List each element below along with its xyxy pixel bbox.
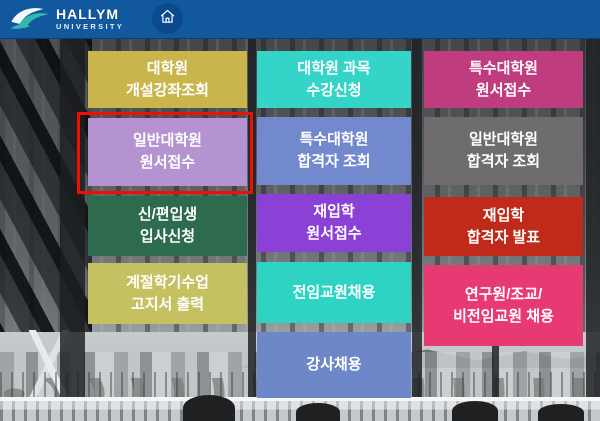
person-silhouette <box>452 401 498 421</box>
hallym-bird-logo-icon <box>10 4 50 34</box>
button-label-line: 개설강좌조회 <box>126 80 209 102</box>
person-silhouette <box>183 395 235 421</box>
button-label-line: 원서접수 <box>306 223 361 245</box>
highlight-annotation-box <box>77 112 253 194</box>
button-special-grad-results[interactable]: 특수대학원 합격자 조회 <box>257 117 411 185</box>
button-label-line: 비전임교원 채용 <box>453 306 554 328</box>
button-special-grad-apply[interactable]: 특수대학원 원서접수 <box>424 51 583 108</box>
button-label-line: 합격자 발표 <box>467 227 540 249</box>
button-label-line: 대학원 <box>147 58 188 80</box>
hallym-portal-screen: HALLYM UNIVERSITY 대학원 개설강좌조회 대학원 과목 수강신청… <box>0 0 600 421</box>
button-label-line: 신/편입생 <box>138 204 197 226</box>
window-mullion <box>586 38 600 400</box>
button-readmission-apply[interactable]: 재입학 원서접수 <box>257 194 411 252</box>
button-label-line: 수강신청 <box>306 80 361 102</box>
button-label-line: 특수대학원 <box>299 129 368 151</box>
university-subname: UNIVERSITY <box>56 23 124 31</box>
button-grad-open-courses[interactable]: 대학원 개설강좌조회 <box>88 51 247 108</box>
button-readmission-results[interactable]: 재입학 합격자 발표 <box>424 197 583 256</box>
button-label-line: 합격자 조회 <box>467 151 540 173</box>
window-mullion <box>60 38 85 400</box>
button-label-line: 원서접수 <box>476 80 531 102</box>
button-label-line: 계절학기수업 <box>126 272 209 294</box>
hallym-university-logo[interactable]: HALLYM UNIVERSITY <box>10 4 124 34</box>
button-label-line: 합격자 조회 <box>297 151 370 173</box>
button-researcher-ta-hiring[interactable]: 연구원/조교/ 비전임교원 채용 <box>424 265 583 346</box>
button-new-transfer-dorm-apply[interactable]: 신/편입생 입사신청 <box>88 196 247 256</box>
button-label-line: 재입학 <box>313 201 354 223</box>
button-label-line: 고지서 출력 <box>131 294 204 316</box>
button-label-line: 일반대학원 <box>469 129 538 151</box>
person-silhouette <box>296 403 340 421</box>
university-name: HALLYM <box>56 7 124 21</box>
button-general-grad-results[interactable]: 일반대학원 합격자 조회 <box>424 117 583 185</box>
button-label-line: 연구원/조교/ <box>465 284 542 306</box>
button-label-line: 특수대학원 <box>469 58 538 80</box>
home-icon <box>159 8 176 30</box>
button-lecturer-hiring[interactable]: 강사채용 <box>257 332 411 398</box>
button-label-line: 강사채용 <box>306 354 361 376</box>
button-grad-course-enroll[interactable]: 대학원 과목 수강신청 <box>257 51 411 108</box>
button-fulltime-faculty-hiring[interactable]: 전임교원채용 <box>257 262 411 323</box>
logo-text: HALLYM UNIVERSITY <box>56 7 124 31</box>
button-label-line: 입사신청 <box>140 226 195 248</box>
background-aframe-structure <box>4 330 94 399</box>
button-label-line: 재입학 <box>483 205 524 227</box>
window-mullion <box>248 38 256 400</box>
person-silhouette <box>538 404 584 421</box>
button-seasonal-semester-bill[interactable]: 계절학기수업 고지서 출력 <box>88 263 247 324</box>
button-label-line: 대학원 과목 <box>297 58 370 80</box>
button-label-line: 전임교원채용 <box>293 282 376 304</box>
top-navigation-bar: HALLYM UNIVERSITY <box>0 0 600 39</box>
window-mullion <box>412 38 422 400</box>
home-button[interactable] <box>152 3 183 34</box>
